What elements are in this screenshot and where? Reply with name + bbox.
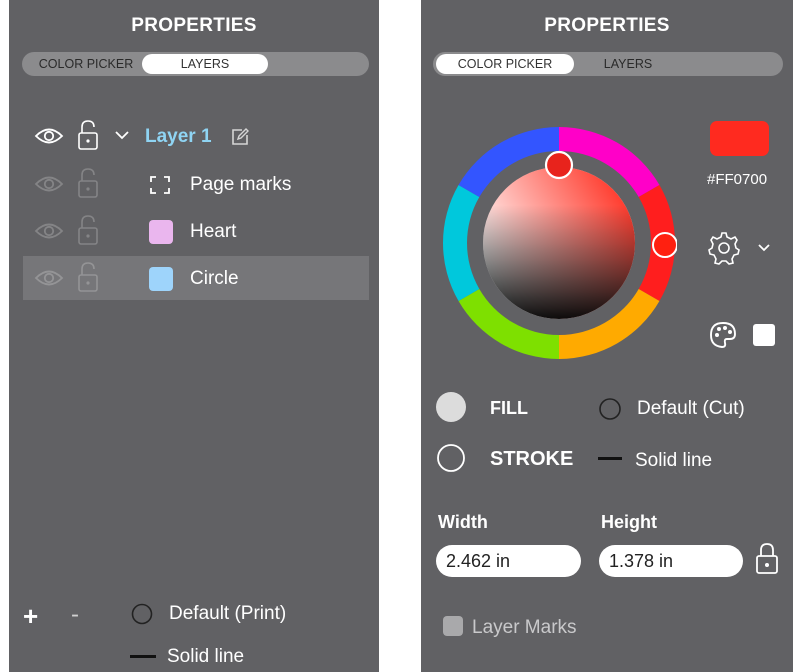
lock-open-icon[interactable] — [77, 261, 99, 293]
chevron-down-icon[interactable] — [114, 130, 130, 140]
palette-icon[interactable] — [708, 320, 738, 350]
layer-name[interactable]: Layer 1 — [145, 126, 212, 148]
panel-title: PROPERTIES — [131, 15, 257, 36]
eye-icon[interactable] — [34, 221, 64, 241]
layer-marks-checkbox[interactable] — [443, 616, 463, 636]
layer-name[interactable]: Heart — [190, 221, 236, 243]
layer-color-swatch — [149, 267, 173, 291]
fill-mode-label[interactable]: Default (Cut) — [637, 398, 745, 420]
layer-row-page-marks[interactable]: Page marks — [23, 163, 369, 207]
lock-open-icon[interactable] — [77, 167, 99, 199]
edit-icon[interactable] — [230, 127, 250, 147]
stroke-label: STROKE — [490, 448, 574, 470]
page-marks-icon — [149, 175, 171, 195]
layer-marks-label[interactable]: Layer Marks — [472, 617, 577, 639]
layer-row-circle[interactable]: Circle — [23, 256, 369, 300]
stroke-mode-label[interactable]: Solid line — [635, 450, 712, 472]
fill-circle-icon — [131, 603, 153, 625]
panel-title: PROPERTIES — [544, 15, 670, 36]
solid-line-icon — [598, 457, 622, 461]
add-layer-button[interactable]: + — [23, 601, 38, 632]
gear-icon[interactable] — [706, 230, 742, 266]
tab-layers[interactable]: LAYERS — [142, 54, 268, 74]
white-swatch[interactable] — [753, 324, 775, 346]
width-label: Width — [438, 512, 488, 532]
eye-icon[interactable] — [34, 174, 64, 194]
stroke-mode-label[interactable]: Solid line — [167, 646, 244, 668]
lock-open-icon[interactable] — [77, 214, 99, 246]
layer-name[interactable]: Circle — [190, 268, 239, 290]
tab-layers[interactable]: LAYERS — [576, 54, 680, 74]
lock-open-icon[interactable] — [77, 119, 99, 151]
color-wheel[interactable] — [441, 125, 677, 361]
tab-switcher: COLOR PICKER LAYERS — [433, 52, 783, 76]
layer-name[interactable]: Page marks — [190, 174, 291, 196]
fill-mode-label[interactable]: Default (Print) — [169, 603, 286, 625]
current-color-swatch[interactable] — [710, 121, 769, 156]
eye-icon[interactable] — [34, 268, 64, 288]
fill-label: FILL — [490, 398, 528, 418]
tab-switcher: COLOR PICKER LAYERS — [22, 52, 369, 76]
height-input[interactable]: 1.378 in — [599, 545, 743, 577]
layer-row-heart[interactable]: Heart — [23, 210, 369, 254]
layer-row-layer-1[interactable]: Layer 1 — [23, 116, 369, 160]
fill-circle-icon[interactable] — [436, 392, 466, 422]
hex-value[interactable]: #FF0700 — [707, 171, 767, 188]
width-input[interactable]: 2.462 in — [436, 545, 581, 577]
lock-icon[interactable] — [755, 541, 779, 575]
layer-color-swatch — [149, 220, 173, 244]
layers-panel: PROPERTIES COLOR PICKER LAYERS Layer 1 P… — [9, 0, 379, 672]
chevron-down-icon[interactable] — [757, 243, 771, 252]
fill-mode-circle-icon — [598, 397, 622, 421]
eye-icon[interactable] — [34, 126, 64, 146]
stroke-circle-icon[interactable] — [436, 443, 466, 473]
tab-color-picker[interactable]: COLOR PICKER — [27, 54, 145, 74]
height-label: Height — [601, 512, 657, 532]
remove-layer-button[interactable]: - — [71, 601, 79, 629]
tab-color-picker[interactable]: COLOR PICKER — [436, 54, 574, 74]
color-picker-panel: PROPERTIES COLOR PICKER LAYERS #FF0700 F… — [421, 0, 793, 672]
solid-line-icon — [130, 655, 156, 659]
